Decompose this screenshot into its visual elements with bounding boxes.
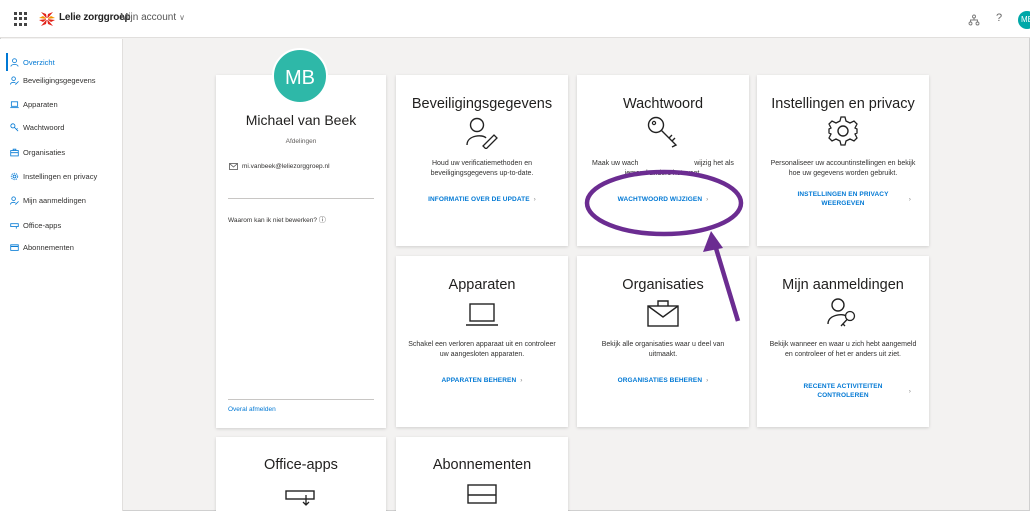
annotation-arrow-head [703,231,723,252]
annotation-arrow-line [712,244,741,322]
annotation-ellipse [584,169,744,237]
annotation-overlay [584,169,744,322]
